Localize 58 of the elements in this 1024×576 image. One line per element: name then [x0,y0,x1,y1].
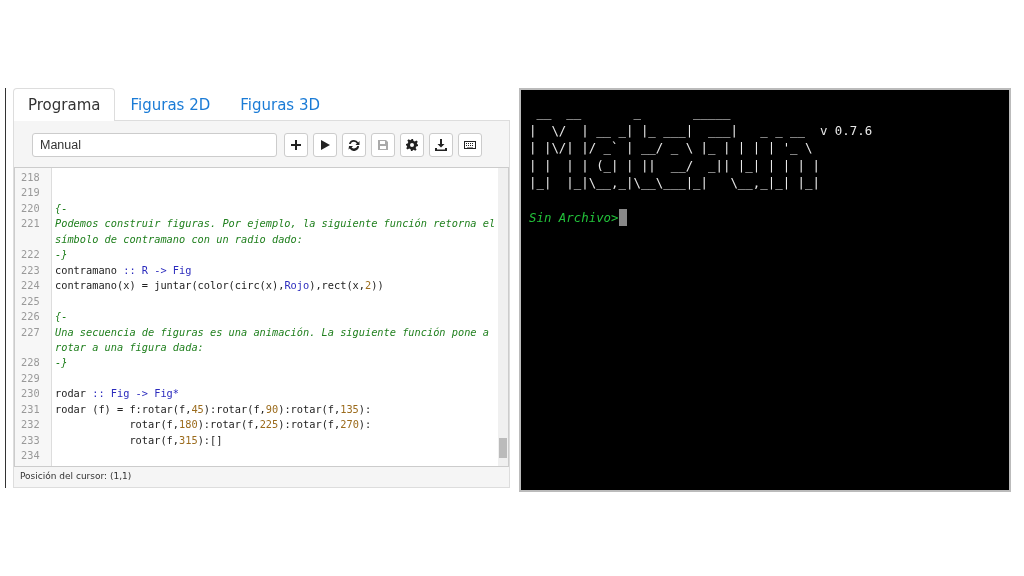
line-number: 231 [20,401,41,417]
cursor-position: Posición del cursor: (1,1) [19,470,133,483]
code-line: rodar (f) = f:rotar(f,45):rotar(f,90):rotar(f,135): [54,401,373,417]
line-number: 218 [20,170,41,185]
ascii-art-line: | | | | (_| | || __/ _|| |_| | | | | [529,156,820,174]
line-number: 219 [20,185,41,201]
line-number: 227 [20,324,41,340]
code-editor[interactable] [14,167,509,467]
line-number: 220 [20,200,41,216]
tab[interactable]: Figuras 3D [225,88,336,121]
keyboard-icon [464,139,476,151]
line-number: 229 [20,370,41,386]
code-line: rodar :: Fig -> Fig* [54,386,180,402]
code-line: rotar(f,180):rotar(f,225):rotar(f,270): [128,417,373,433]
gear-icon [406,139,418,151]
new-button[interactable] [284,133,308,157]
line-number: 233 [20,432,41,448]
code-line: {- [54,309,69,325]
code-line: -} [54,247,69,263]
download-button[interactable] [429,133,453,157]
code-line: -} [54,355,69,371]
line-number: 221 [20,216,41,232]
ascii-art-line: | \/ | __ _| |_ ___| ___| _ _ __ [529,121,805,139]
code-line: Podemos construir figuras. Por ejemplo, la siguiente función retorna el símbolo de contramano con un radio dado: [54,216,497,247]
tab[interactable]: Figuras 2D [115,88,226,121]
line-number: 228 [20,355,41,371]
line-number: 232 [20,417,41,433]
ascii-art-line: __ __ _ _____ [535,104,731,122]
run-button[interactable] [313,133,337,157]
line-number: 234 [20,448,41,464]
play-icon [319,139,331,151]
code-line: Una secuencia de figuras es una animación. La siguiente función pone a rotar a una figura dada: [54,324,490,355]
settings-button[interactable] [400,133,424,157]
plus-icon [290,139,302,151]
keyboard-button[interactable] [458,133,482,157]
terminal-prompt: Sin Archivo> [529,208,619,226]
line-number: 230 [20,386,41,402]
file-name-field[interactable]: Manual [32,133,277,157]
line-number: 223 [20,262,41,278]
scrollbar[interactable] [498,168,508,466]
text-cursor [618,208,627,226]
code-line: rotar(f,315):[] [128,432,224,448]
refresh-icon [348,139,360,151]
line-number: 222 [20,247,41,263]
reload-button[interactable] [342,133,366,157]
version-label: v 0.7.6 [819,121,873,139]
line-number: 226 [20,309,41,325]
line-number: 225 [20,293,41,309]
scrollbar-thumb[interactable] [499,438,507,458]
tab[interactable]: Programa [13,88,116,121]
code-line: contramano(x) = juntar(color(circ(x),Rojo),rect(x,2)) [54,278,385,294]
floppy-icon [377,139,389,151]
code-line: {- [54,200,69,216]
ascii-art-line: |_| |_|\__,_|\__\___|_| \__,_|_| |_| [529,174,820,192]
code-line: contramano :: R -> Fig [54,262,193,278]
line-number: 224 [20,278,41,294]
ascii-art-line: | |\/| |/ _` | __/ _ \ |_ | | | | '_ \ [529,139,813,157]
download-icon [435,139,447,151]
